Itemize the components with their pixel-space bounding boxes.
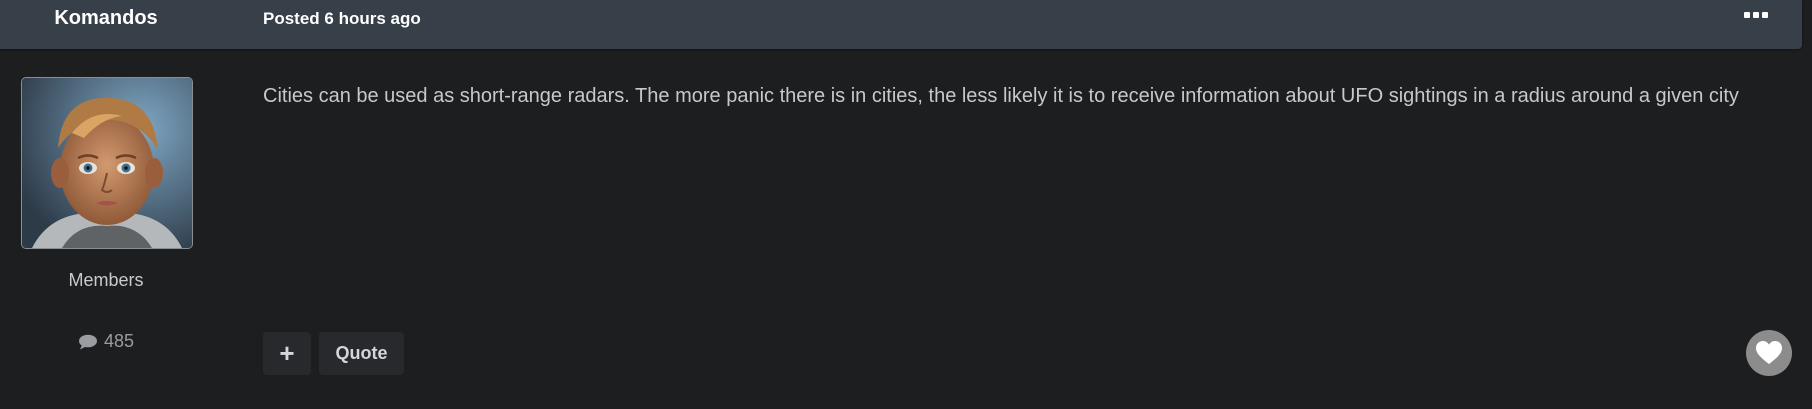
post-count: 485	[0, 331, 212, 352]
posted-time: Posted 6 hours ago	[263, 9, 421, 28]
comment-icon	[78, 334, 98, 350]
more-dot	[1744, 12, 1750, 18]
more-dot	[1762, 12, 1768, 18]
post-content: Cities can be used as short-range radars…	[263, 85, 1739, 107]
post-header: Komandos Posted 6 hours ago	[0, 0, 1802, 49]
author-name[interactable]: Komandos	[0, 7, 212, 30]
forum-post: Komandos Posted 6 hours ago Members 485 …	[0, 0, 1812, 409]
more-options-icon[interactable]	[1744, 12, 1768, 18]
avatar[interactable]	[21, 77, 193, 249]
post-actions: + Quote	[263, 332, 404, 375]
quote-button[interactable]: Quote	[319, 332, 404, 375]
avatar-image	[22, 78, 192, 248]
more-dot	[1753, 12, 1759, 18]
heart-icon[interactable]	[1746, 330, 1792, 376]
post-count-value: 485	[103, 331, 135, 351]
member-group: Members	[68, 270, 144, 290]
multiquote-button[interactable]: +	[263, 332, 311, 375]
